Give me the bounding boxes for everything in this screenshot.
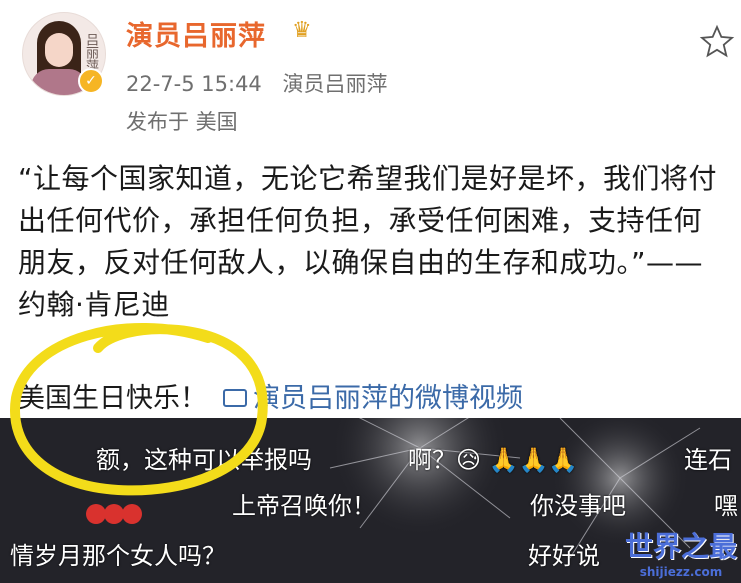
danmu-comment: 嘿	[714, 492, 738, 520]
danmu-comment: 情岁月那个女人吗？	[10, 542, 226, 570]
danmu-comment: 好好说	[528, 542, 600, 570]
crown-icon: ♛	[292, 18, 312, 43]
video-link[interactable]: 演员吕丽萍的微博视频	[223, 383, 523, 414]
post-source: 演员吕丽萍	[282, 72, 388, 96]
post-body: “让每个国家知道，无论它希望我们是好是坏，我们将付出任何代价，承担任何负担，承受…	[18, 162, 718, 321]
watermark: 世界之最 shijiezz.com	[625, 525, 737, 579]
video-link-label: 演员吕丽萍的微博视频	[253, 383, 523, 414]
post-timestamp: 22-7-5 15:44	[126, 72, 262, 96]
danmu-comment: 上帝召唤你！	[232, 492, 376, 520]
danmu-comment: 额，这种可以举报吗	[96, 446, 312, 474]
danmu-comment: 啊？😥 🙏🙏🙏	[408, 446, 579, 474]
watermark-title: 世界之最	[624, 530, 737, 563]
birthday-text: 美国生日快乐！	[18, 383, 207, 414]
post-location: 发布于 美国	[126, 110, 238, 134]
author-name[interactable]: 演员吕丽萍	[126, 14, 266, 53]
favorite-star-icon[interactable]	[699, 24, 735, 60]
verified-badge-icon: ✓	[78, 68, 104, 94]
post-meta: 22-7-5 15:44 演员吕丽萍	[126, 68, 387, 98]
video-icon	[223, 388, 247, 407]
danmu-comment: 你没事吧	[530, 492, 626, 520]
avatar-signature: 吕丽萍	[83, 33, 98, 72]
avatar-face	[45, 33, 73, 67]
post-body-line: 美国生日快乐！ 演员吕丽萍的微博视频	[18, 376, 523, 415]
danmu-comment: 连石	[684, 446, 732, 474]
watermark-url: shijiezz.com	[639, 565, 723, 579]
